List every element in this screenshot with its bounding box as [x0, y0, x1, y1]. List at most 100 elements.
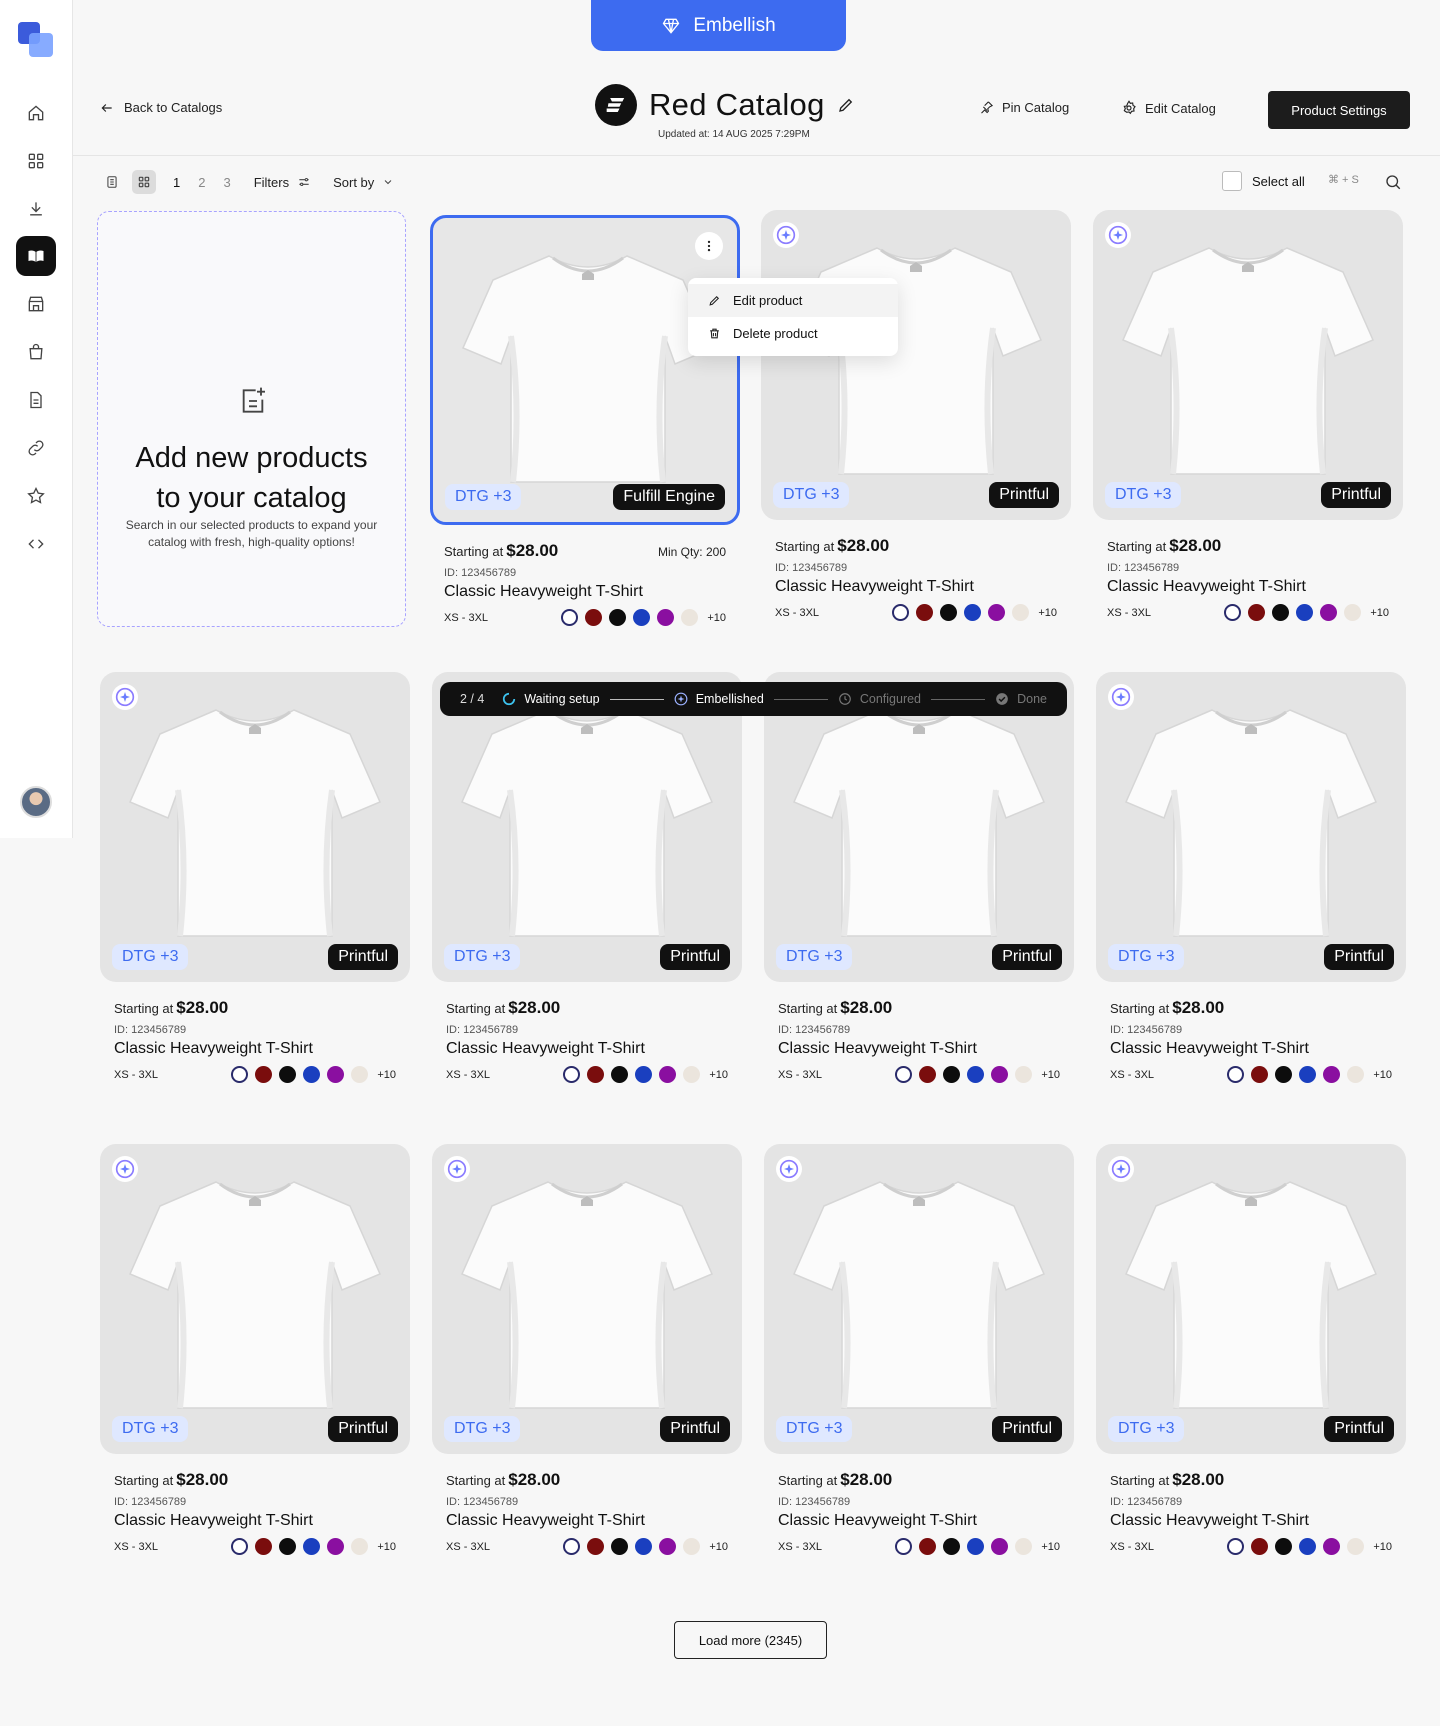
pencil-icon[interactable]	[837, 96, 855, 114]
color-swatch[interactable]	[327, 1538, 345, 1555]
product-name[interactable]: Classic Heavyweight T-Shirt	[446, 1512, 728, 1530]
product-image[interactable]: DTG +3 Printful	[1096, 672, 1406, 982]
color-swatch[interactable]	[988, 604, 1006, 621]
color-swatch[interactable]	[892, 604, 910, 621]
color-swatch[interactable]	[943, 1066, 961, 1083]
color-swatch[interactable]	[279, 1066, 297, 1083]
color-swatch[interactable]	[1227, 1538, 1245, 1555]
product-card[interactable]: DTG +3 Printful Starting at $28.00 ID: 12…	[764, 1144, 1074, 1555]
color-swatch[interactable]	[683, 1066, 701, 1083]
color-swatch[interactable]	[635, 1538, 653, 1555]
color-swatch[interactable]	[327, 1066, 345, 1083]
grid-icon[interactable]	[16, 141, 56, 181]
search-icon[interactable]	[1384, 173, 1402, 196]
product-image[interactable]: DTG +3 Printful	[100, 672, 410, 982]
product-name[interactable]: Classic Heavyweight T-Shirt	[1107, 578, 1389, 596]
grid-view-icon[interactable]	[132, 170, 156, 194]
extra-colors[interactable]: +10	[1370, 607, 1389, 619]
color-swatch[interactable]	[351, 1538, 369, 1555]
home-icon[interactable]	[16, 93, 56, 133]
color-swatch[interactable]	[991, 1538, 1009, 1555]
product-card[interactable]: DTG +3 Printful Starting at $28.00 ID: 12…	[100, 672, 410, 1083]
product-name[interactable]: Classic Heavyweight T-Shirt	[1110, 1512, 1392, 1530]
color-swatch[interactable]	[1251, 1538, 1269, 1555]
color-swatch[interactable]	[657, 609, 675, 626]
product-card[interactable]: DTG +3 Printful Starting at $28.00 ID: 12…	[1093, 210, 1403, 621]
pin-catalog-button[interactable]: Pin Catalog	[979, 100, 1069, 115]
catalog-book-icon[interactable]	[16, 236, 56, 276]
color-swatch[interactable]	[1012, 604, 1030, 621]
extra-colors[interactable]: +10	[707, 612, 726, 624]
color-swatch[interactable]	[561, 609, 579, 626]
extra-colors[interactable]: +10	[1041, 1541, 1060, 1553]
product-name[interactable]: Classic Heavyweight T-Shirt	[1110, 1040, 1392, 1058]
color-swatch[interactable]	[1248, 604, 1266, 621]
embellish-badge-icon[interactable]	[112, 1156, 138, 1182]
product-image[interactable]: DTG +3 Printful	[100, 1144, 410, 1454]
embellish-badge-icon[interactable]	[773, 222, 799, 248]
color-swatch[interactable]	[587, 1538, 605, 1555]
color-swatch[interactable]	[231, 1066, 249, 1083]
color-swatch[interactable]	[943, 1538, 961, 1555]
color-swatch[interactable]	[967, 1066, 985, 1083]
color-swatch[interactable]	[1320, 604, 1338, 621]
add-products-card[interactable]: Add new products to your catalog Search …	[97, 211, 406, 627]
color-swatch[interactable]	[1344, 604, 1362, 621]
code-icon[interactable]	[16, 524, 56, 564]
edit-product-menu-item[interactable]: Edit product	[688, 284, 898, 317]
color-swatch[interactable]	[1296, 604, 1314, 621]
shopping-bag-icon[interactable]	[16, 332, 56, 372]
store-icon[interactable]	[16, 284, 56, 324]
color-swatch[interactable]	[1015, 1066, 1033, 1083]
page-2[interactable]: 2	[198, 175, 205, 190]
color-swatch[interactable]	[967, 1538, 985, 1555]
embellish-button[interactable]: Embellish	[591, 0, 846, 51]
app-logo[interactable]	[18, 22, 54, 58]
extra-colors[interactable]: +10	[377, 1069, 396, 1081]
color-swatch[interactable]	[681, 609, 699, 626]
delete-product-menu-item[interactable]: Delete product	[688, 317, 898, 350]
color-swatch[interactable]	[659, 1538, 677, 1555]
color-swatch[interactable]	[611, 1538, 629, 1555]
color-swatch[interactable]	[563, 1538, 581, 1555]
color-swatch[interactable]	[919, 1066, 937, 1083]
color-swatch[interactable]	[611, 1066, 629, 1083]
color-swatch[interactable]	[255, 1538, 273, 1555]
embellish-badge-icon[interactable]	[1108, 1156, 1134, 1182]
embellish-badge-icon[interactable]	[1108, 684, 1134, 710]
more-options-icon[interactable]	[695, 232, 723, 260]
color-swatch[interactable]	[1323, 1066, 1341, 1083]
color-swatch[interactable]	[1224, 604, 1242, 621]
star-icon[interactable]	[16, 476, 56, 516]
embellish-badge-icon[interactable]	[112, 684, 138, 710]
product-image[interactable]: DTG +3 Printful	[432, 672, 742, 982]
product-card[interactable]: DTG +3 Printful Starting at $28.00 ID: 12…	[764, 672, 1074, 1083]
page-3[interactable]: 3	[223, 175, 230, 190]
link-icon[interactable]	[16, 428, 56, 468]
extra-colors[interactable]: +10	[709, 1069, 728, 1081]
back-to-catalogs-link[interactable]: Back to Catalogs	[100, 100, 222, 115]
extra-colors[interactable]: +10	[1041, 1069, 1060, 1081]
product-name[interactable]: Classic Heavyweight T-Shirt	[444, 583, 726, 601]
color-swatch[interactable]	[1299, 1066, 1317, 1083]
color-swatch[interactable]	[1323, 1538, 1341, 1555]
color-swatch[interactable]	[1275, 1066, 1293, 1083]
color-swatch[interactable]	[1299, 1538, 1317, 1555]
product-image[interactable]: DTG +3 Fulfill Engine	[430, 215, 740, 525]
product-card[interactable]: DTG +3 Printful Starting at $28.00 ID: 12…	[761, 210, 1071, 621]
product-image[interactable]: DTG +3 Printful	[764, 672, 1074, 982]
select-all-checkbox[interactable]	[1222, 171, 1242, 191]
color-swatch[interactable]	[585, 609, 603, 626]
product-card[interactable]: DTG +3 Fulfill Engine Starting at $28.00 …	[430, 215, 740, 626]
sort-by-dropdown[interactable]: Sort by	[333, 175, 394, 190]
product-name[interactable]: Classic Heavyweight T-Shirt	[778, 1512, 1060, 1530]
color-swatch[interactable]	[231, 1538, 249, 1555]
extra-colors[interactable]: +10	[377, 1541, 396, 1553]
color-swatch[interactable]	[1347, 1538, 1365, 1555]
extra-colors[interactable]: +10	[1038, 607, 1057, 619]
color-swatch[interactable]	[563, 1066, 581, 1083]
extra-colors[interactable]: +10	[1373, 1541, 1392, 1553]
color-swatch[interactable]	[683, 1538, 701, 1555]
load-more-button[interactable]: Load more (2345)	[674, 1621, 827, 1659]
extra-colors[interactable]: +10	[709, 1541, 728, 1553]
